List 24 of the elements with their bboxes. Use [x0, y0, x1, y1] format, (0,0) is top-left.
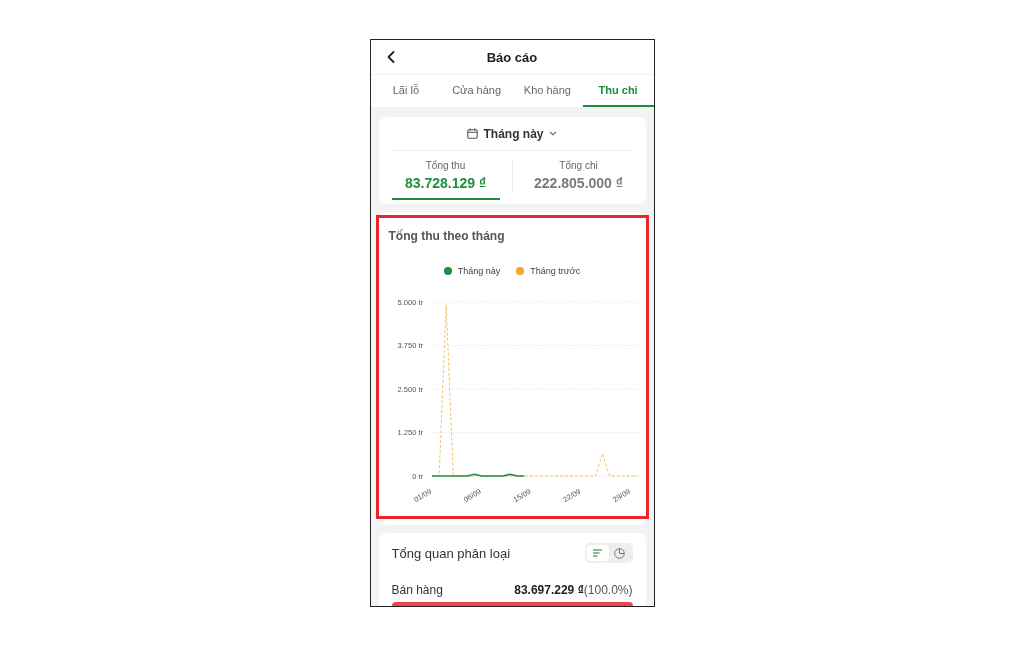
- total-amount: 83.728.129 ₫: [404, 174, 487, 193]
- tab[interactable]: Kho hàng: [512, 75, 583, 107]
- category-name: Bán hàng: [391, 583, 443, 597]
- period-dropdown[interactable]: Tháng này: [378, 117, 646, 150]
- list-icon: [593, 549, 602, 557]
- tab[interactable]: Lãi lỗ: [370, 75, 442, 107]
- total-tab[interactable]: Tổng thu 83.728.129 ₫: [391, 151, 500, 200]
- chart-title: Tổng thu theo tháng: [387, 228, 506, 244]
- total-amount: 222.805.000 ₫: [534, 174, 623, 193]
- calendar-icon: [467, 128, 479, 139]
- total-label: Tổng chi: [559, 159, 598, 173]
- total-tab[interactable]: Tổng chi 222.805.000 ₫: [524, 151, 633, 200]
- legend-label: Tháng này: [457, 266, 501, 276]
- list-view-button[interactable]: [586, 545, 609, 561]
- total-label: Tổng thu: [425, 159, 466, 173]
- chevron-down-icon: [548, 131, 557, 136]
- tab[interactable]: Thu chi: [582, 75, 654, 107]
- category-amount: 83.697.229 ₫(100.0%): [514, 583, 633, 597]
- tab[interactable]: Cửa hàng: [441, 75, 512, 107]
- section-title: Tổng quan phân loại: [391, 545, 511, 561]
- page-title: Báo cáo: [485, 49, 539, 65]
- pie-chart-icon: [614, 547, 625, 559]
- back-icon: [386, 51, 395, 63]
- legend-label: Tháng trước: [530, 266, 581, 276]
